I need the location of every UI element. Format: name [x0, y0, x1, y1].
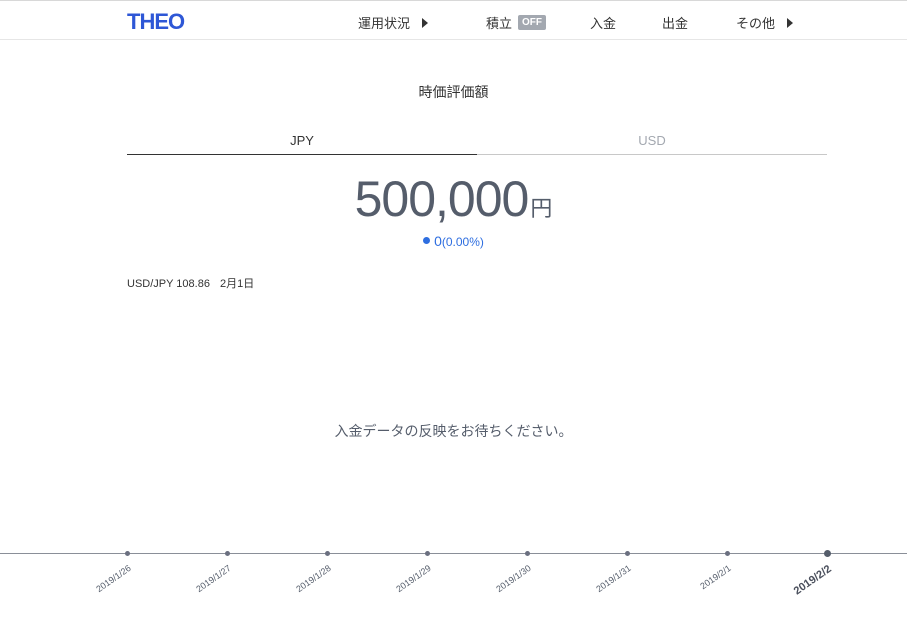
- pending-deposit-message: 入金データの反映をお待ちください。: [334, 423, 573, 439]
- date-timeline: 2019/1/26 2019/1/27 2019/1/28 2019/1/29 2019…: [0, 550, 907, 622]
- timeline-date-marker[interactable]: [425, 551, 430, 556]
- timeline-axis: [0, 553, 907, 554]
- tab-jpy[interactable]: JPY: [127, 132, 477, 155]
- theo-logo[interactable]: THEO: [127, 9, 185, 35]
- timeline-date-marker[interactable]: [824, 550, 831, 557]
- timeline-date-marker[interactable]: [625, 551, 630, 556]
- change-value: 0: [434, 233, 442, 249]
- timeline-date-label[interactable]: 2019/1/29: [394, 563, 433, 594]
- nav-item-withdraw[interactable]: 出金: [662, 13, 688, 32]
- timeline-date-label[interactable]: 2019/2/1: [698, 563, 732, 591]
- change-percent: (0.00%): [441, 235, 484, 249]
- nav-item-other[interactable]: その他: [736, 13, 794, 32]
- timeline-date-marker[interactable]: [125, 551, 130, 556]
- exchange-rate-value: USD/JPY 108.86: [127, 278, 210, 290]
- timeline-date-label[interactable]: 2019/1/26: [94, 563, 133, 594]
- nav-item-performance[interactable]: 運用状況: [358, 13, 429, 32]
- caret-right-icon: [787, 17, 794, 28]
- timeline-date-marker[interactable]: [225, 551, 230, 556]
- timeline-date-label[interactable]: 2019/1/30: [494, 563, 533, 594]
- nav-item-auto-deposit[interactable]: 積立 OFF: [486, 13, 547, 32]
- timeline-date-marker[interactable]: [325, 551, 330, 556]
- nav-item-label: 入金: [590, 16, 617, 31]
- dot-icon: [423, 236, 431, 244]
- timeline-date-label[interactable]: 2019/1/27: [194, 563, 233, 594]
- currency-unit: 円: [530, 196, 553, 221]
- nav-item-label: 積立: [486, 16, 513, 31]
- timeline-date-marker[interactable]: [725, 551, 730, 556]
- exchange-rate: USD/JPY 108.86 2月1日: [127, 275, 254, 291]
- timeline-date-label[interactable]: 2019/1/31: [594, 563, 633, 594]
- page-title: 時価評価額: [418, 84, 489, 100]
- top-nav-bar: THEO 運用状況 積立 OFF 入金 出金 その他: [0, 0, 907, 40]
- market-value: 500,000円: [0, 170, 907, 228]
- timeline-date-marker[interactable]: [525, 551, 530, 556]
- exchange-rate-date: 2月1日: [219, 278, 255, 290]
- timeline-date-label[interactable]: 2019/2/2: [792, 563, 834, 597]
- nav-item-deposit[interactable]: 入金: [590, 13, 616, 32]
- tab-usd[interactable]: USD: [477, 132, 827, 155]
- nav-item-label: その他: [736, 16, 776, 31]
- caret-right-icon: [422, 17, 429, 28]
- currency-tabs: JPY USD: [127, 132, 827, 156]
- value-change: 0(0.00%): [0, 233, 907, 249]
- nav-item-label: 出金: [662, 16, 689, 31]
- market-value-number: 500,000: [354, 171, 530, 227]
- status-badge: OFF: [518, 15, 547, 30]
- timeline-date-label[interactable]: 2019/1/28: [294, 563, 333, 594]
- nav-item-label: 運用状況: [358, 16, 411, 31]
